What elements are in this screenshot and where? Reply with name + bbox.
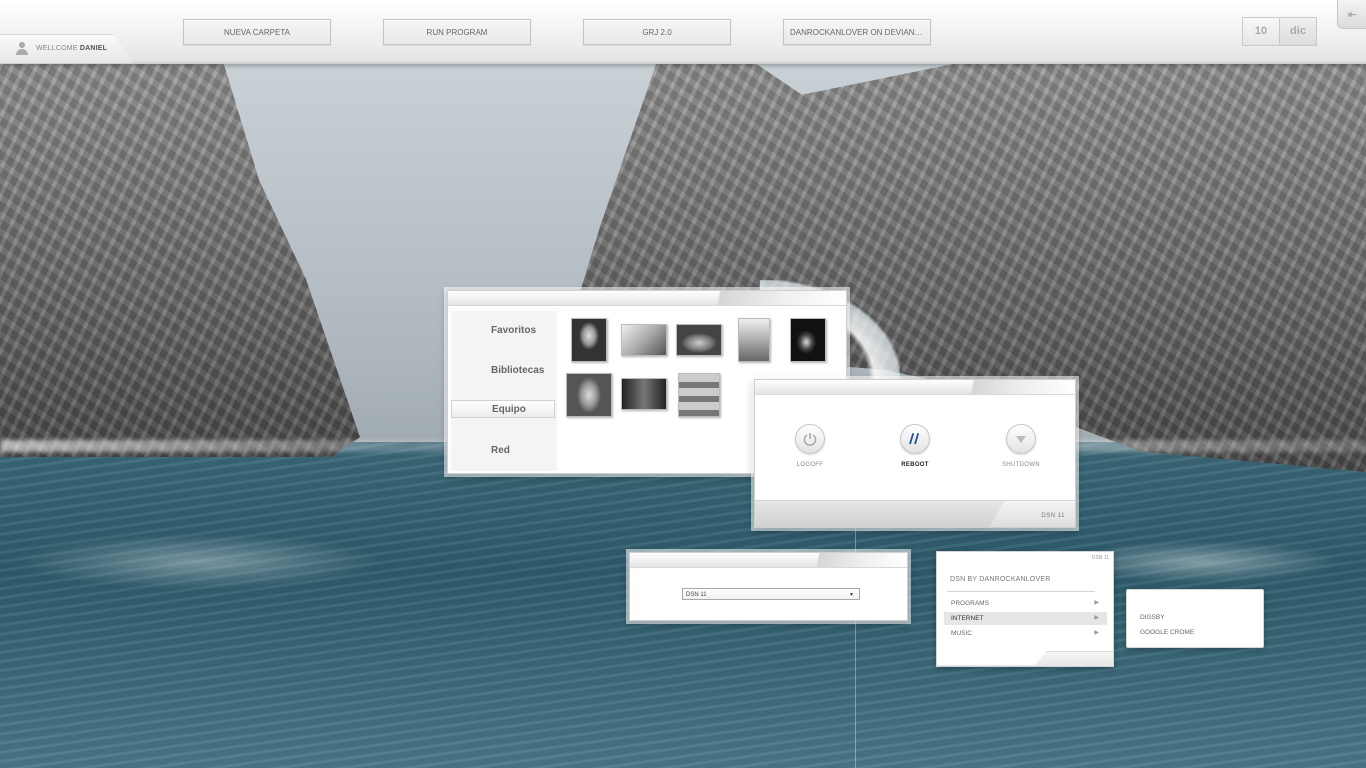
start-menu-divider <box>947 591 1095 592</box>
welcome-label: WELLCOME DANIEL <box>36 45 107 52</box>
start-menu-version: DSN 11 <box>1091 555 1109 561</box>
photo-thumbnail[interactable] <box>621 378 667 410</box>
menu-item-label: INTERNET <box>951 615 984 622</box>
start-menu: DSN 11 DSN BY DANROCKANLOVER PROGRAMS ▶ … <box>936 551 1114 667</box>
welcome-user: DANIEL <box>79 45 108 52</box>
power-dialog: LOGOFF REBOOT SHUTDOWN DSN 11 <box>754 379 1076 528</box>
back-arrow-icon[interactable]: ⇤ <box>1337 0 1366 29</box>
date-month: dic <box>1290 25 1306 37</box>
date-day: 10 <box>1243 18 1280 45</box>
photo-thumbnail[interactable] <box>621 324 667 356</box>
grj-button[interactable]: GRJ 2.0 <box>583 19 731 45</box>
photo-thumbnail[interactable] <box>790 318 826 362</box>
welcome-tab: WELLCOME DANIEL <box>0 34 133 63</box>
chevron-right-icon: ▶ <box>1094 615 1099 621</box>
run-program-button[interactable]: RUN PROGRAM <box>383 19 531 45</box>
shutdown-label: SHUTDOWN <box>1002 462 1040 468</box>
menu-item-label: PROGRAMS <box>951 600 989 607</box>
deviantart-link-button[interactable]: DANROCKANLOVER ON DEVIANTART <box>783 19 931 45</box>
photo-thumbnail[interactable] <box>676 324 722 356</box>
chevron-right-icon: ▶ <box>1094 630 1099 636</box>
power-title-strip[interactable] <box>755 380 1075 395</box>
logoff-label: LOGOFF <box>796 462 824 468</box>
internet-submenu: DIGSBY GOOGLE CROME <box>1126 589 1264 648</box>
start-menu-footer <box>937 651 1113 666</box>
explorer-title-strip[interactable] <box>448 291 846 306</box>
top-bar: WELLCOME DANIEL NUEVA CARPETA RUN PROGRA… <box>0 0 1366 64</box>
nav-equipo[interactable]: Equipo <box>451 400 555 418</box>
submenu-item-digsby[interactable]: DIGSBY <box>1140 614 1165 621</box>
nav-red[interactable]: Red <box>491 445 510 456</box>
nav-bibliotecas[interactable]: Bibliotecas <box>491 365 544 376</box>
theme-selector-window: DSN 11 ▾ <box>629 552 908 621</box>
photo-thumbnail[interactable] <box>566 373 612 417</box>
chevron-down-icon: ▾ <box>849 592 853 598</box>
photo-thumbnail[interactable] <box>678 373 720 417</box>
submenu-item-google-crome[interactable]: GOOGLE CROME <box>1140 629 1194 636</box>
nav-favoritos[interactable]: Favoritos <box>491 325 536 336</box>
reboot-button[interactable]: REBOOT <box>875 424 955 468</box>
explorer-sidebar: Favoritos Bibliotecas Equipo Red <box>451 311 557 471</box>
theme-dropdown[interactable]: DSN 11 ▾ <box>682 588 860 600</box>
shutdown-button[interactable]: SHUTDOWN <box>981 424 1061 468</box>
welcome-prefix: WELLCOME <box>36 45 78 52</box>
power-brand: DSN 11 <box>1041 513 1065 519</box>
menu-item-internet[interactable]: INTERNET ▶ <box>944 612 1107 625</box>
photo-thumbnail[interactable] <box>738 318 770 362</box>
start-menu-header: DSN BY DANROCKANLOVER <box>950 576 1051 583</box>
logoff-button[interactable]: LOGOFF <box>770 424 850 468</box>
menu-item-music[interactable]: MUSIC ▶ <box>944 627 1107 640</box>
menu-item-programs[interactable]: PROGRAMS ▶ <box>944 597 1107 610</box>
user-icon <box>16 42 28 55</box>
dropdown-value: DSN 11 <box>686 592 707 598</box>
power-icon <box>795 424 825 454</box>
chevron-right-icon: ▶ <box>1094 600 1099 606</box>
date-widget: 10 dic <box>1242 17 1317 46</box>
reboot-icon <box>900 424 930 454</box>
shutdown-icon <box>1006 424 1036 454</box>
power-footer: DSN 11 <box>755 500 1075 527</box>
menu-item-label: MUSIC <box>951 630 972 637</box>
reboot-label: REBOOT <box>901 462 929 468</box>
new-folder-button[interactable]: NUEVA CARPETA <box>183 19 331 45</box>
photo-thumbnail[interactable] <box>571 318 607 362</box>
selector-title-strip[interactable] <box>630 553 907 568</box>
